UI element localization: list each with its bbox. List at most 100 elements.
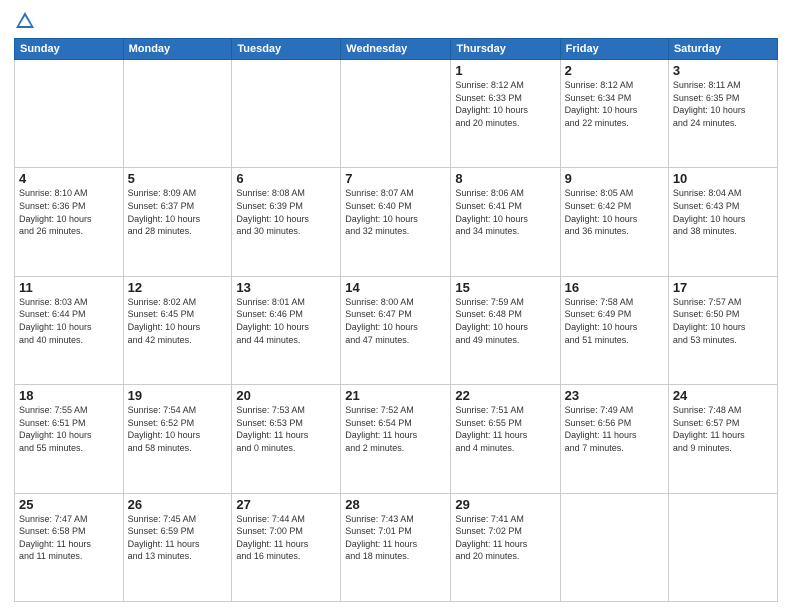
day-number: 22	[455, 388, 555, 403]
calendar-cell: 28Sunrise: 7:43 AMSunset: 7:01 PMDayligh…	[341, 493, 451, 601]
calendar-cell: 1Sunrise: 8:12 AMSunset: 6:33 PMDaylight…	[451, 60, 560, 168]
day-number: 26	[128, 497, 228, 512]
day-info: Sunrise: 8:07 AMSunset: 6:40 PMDaylight:…	[345, 187, 446, 237]
calendar-cell: 24Sunrise: 7:48 AMSunset: 6:57 PMDayligh…	[668, 385, 777, 493]
day-info: Sunrise: 8:00 AMSunset: 6:47 PMDaylight:…	[345, 296, 446, 346]
calendar-cell: 3Sunrise: 8:11 AMSunset: 6:35 PMDaylight…	[668, 60, 777, 168]
day-number: 20	[236, 388, 336, 403]
day-info: Sunrise: 8:04 AMSunset: 6:43 PMDaylight:…	[673, 187, 773, 237]
day-number: 17	[673, 280, 773, 295]
calendar-cell: 19Sunrise: 7:54 AMSunset: 6:52 PMDayligh…	[123, 385, 232, 493]
calendar-cell: 13Sunrise: 8:01 AMSunset: 6:46 PMDayligh…	[232, 276, 341, 384]
day-number: 14	[345, 280, 446, 295]
calendar-header-row: SundayMondayTuesdayWednesdayThursdayFrid…	[15, 39, 778, 60]
day-number: 29	[455, 497, 555, 512]
calendar-cell: 7Sunrise: 8:07 AMSunset: 6:40 PMDaylight…	[341, 168, 451, 276]
day-number: 4	[19, 171, 119, 186]
day-info: Sunrise: 7:53 AMSunset: 6:53 PMDaylight:…	[236, 404, 336, 454]
day-info: Sunrise: 8:11 AMSunset: 6:35 PMDaylight:…	[673, 79, 773, 129]
calendar-cell: 29Sunrise: 7:41 AMSunset: 7:02 PMDayligh…	[451, 493, 560, 601]
day-number: 9	[565, 171, 664, 186]
calendar-cell: 11Sunrise: 8:03 AMSunset: 6:44 PMDayligh…	[15, 276, 124, 384]
calendar-cell	[668, 493, 777, 601]
day-info: Sunrise: 8:06 AMSunset: 6:41 PMDaylight:…	[455, 187, 555, 237]
day-info: Sunrise: 7:58 AMSunset: 6:49 PMDaylight:…	[565, 296, 664, 346]
day-info: Sunrise: 7:57 AMSunset: 6:50 PMDaylight:…	[673, 296, 773, 346]
day-number: 3	[673, 63, 773, 78]
calendar-cell: 26Sunrise: 7:45 AMSunset: 6:59 PMDayligh…	[123, 493, 232, 601]
day-number: 28	[345, 497, 446, 512]
calendar-header-saturday: Saturday	[668, 39, 777, 60]
calendar-cell: 25Sunrise: 7:47 AMSunset: 6:58 PMDayligh…	[15, 493, 124, 601]
calendar-table: SundayMondayTuesdayWednesdayThursdayFrid…	[14, 38, 778, 602]
header	[14, 10, 778, 32]
day-info: Sunrise: 8:03 AMSunset: 6:44 PMDaylight:…	[19, 296, 119, 346]
day-info: Sunrise: 7:49 AMSunset: 6:56 PMDaylight:…	[565, 404, 664, 454]
calendar-cell: 4Sunrise: 8:10 AMSunset: 6:36 PMDaylight…	[15, 168, 124, 276]
calendar-cell: 9Sunrise: 8:05 AMSunset: 6:42 PMDaylight…	[560, 168, 668, 276]
day-number: 18	[19, 388, 119, 403]
calendar-cell: 20Sunrise: 7:53 AMSunset: 6:53 PMDayligh…	[232, 385, 341, 493]
day-number: 23	[565, 388, 664, 403]
day-number: 5	[128, 171, 228, 186]
day-number: 21	[345, 388, 446, 403]
calendar-cell: 5Sunrise: 8:09 AMSunset: 6:37 PMDaylight…	[123, 168, 232, 276]
logo	[14, 10, 40, 32]
day-number: 27	[236, 497, 336, 512]
page: SundayMondayTuesdayWednesdayThursdayFrid…	[0, 0, 792, 612]
calendar-cell	[232, 60, 341, 168]
calendar-header-wednesday: Wednesday	[341, 39, 451, 60]
calendar-cell: 15Sunrise: 7:59 AMSunset: 6:48 PMDayligh…	[451, 276, 560, 384]
day-info: Sunrise: 7:43 AMSunset: 7:01 PMDaylight:…	[345, 513, 446, 563]
day-number: 24	[673, 388, 773, 403]
day-info: Sunrise: 7:41 AMSunset: 7:02 PMDaylight:…	[455, 513, 555, 563]
day-number: 25	[19, 497, 119, 512]
calendar-header-tuesday: Tuesday	[232, 39, 341, 60]
calendar-cell: 12Sunrise: 8:02 AMSunset: 6:45 PMDayligh…	[123, 276, 232, 384]
day-info: Sunrise: 7:45 AMSunset: 6:59 PMDaylight:…	[128, 513, 228, 563]
calendar-week-2: 11Sunrise: 8:03 AMSunset: 6:44 PMDayligh…	[15, 276, 778, 384]
day-number: 16	[565, 280, 664, 295]
logo-icon	[14, 10, 36, 32]
calendar-header-monday: Monday	[123, 39, 232, 60]
calendar-cell: 14Sunrise: 8:00 AMSunset: 6:47 PMDayligh…	[341, 276, 451, 384]
calendar-cell: 18Sunrise: 7:55 AMSunset: 6:51 PMDayligh…	[15, 385, 124, 493]
calendar-week-3: 18Sunrise: 7:55 AMSunset: 6:51 PMDayligh…	[15, 385, 778, 493]
day-number: 2	[565, 63, 664, 78]
calendar-cell: 16Sunrise: 7:58 AMSunset: 6:49 PMDayligh…	[560, 276, 668, 384]
day-info: Sunrise: 8:08 AMSunset: 6:39 PMDaylight:…	[236, 187, 336, 237]
day-number: 1	[455, 63, 555, 78]
day-number: 11	[19, 280, 119, 295]
calendar-cell	[15, 60, 124, 168]
day-number: 6	[236, 171, 336, 186]
day-number: 8	[455, 171, 555, 186]
day-number: 10	[673, 171, 773, 186]
calendar-week-0: 1Sunrise: 8:12 AMSunset: 6:33 PMDaylight…	[15, 60, 778, 168]
day-info: Sunrise: 7:48 AMSunset: 6:57 PMDaylight:…	[673, 404, 773, 454]
calendar-cell: 22Sunrise: 7:51 AMSunset: 6:55 PMDayligh…	[451, 385, 560, 493]
calendar-cell: 17Sunrise: 7:57 AMSunset: 6:50 PMDayligh…	[668, 276, 777, 384]
day-number: 7	[345, 171, 446, 186]
day-info: Sunrise: 7:44 AMSunset: 7:00 PMDaylight:…	[236, 513, 336, 563]
calendar-week-1: 4Sunrise: 8:10 AMSunset: 6:36 PMDaylight…	[15, 168, 778, 276]
calendar-cell: 2Sunrise: 8:12 AMSunset: 6:34 PMDaylight…	[560, 60, 668, 168]
calendar-header-friday: Friday	[560, 39, 668, 60]
day-info: Sunrise: 7:47 AMSunset: 6:58 PMDaylight:…	[19, 513, 119, 563]
calendar-cell: 23Sunrise: 7:49 AMSunset: 6:56 PMDayligh…	[560, 385, 668, 493]
day-number: 13	[236, 280, 336, 295]
day-info: Sunrise: 8:10 AMSunset: 6:36 PMDaylight:…	[19, 187, 119, 237]
day-info: Sunrise: 8:02 AMSunset: 6:45 PMDaylight:…	[128, 296, 228, 346]
calendar-week-4: 25Sunrise: 7:47 AMSunset: 6:58 PMDayligh…	[15, 493, 778, 601]
day-info: Sunrise: 8:12 AMSunset: 6:34 PMDaylight:…	[565, 79, 664, 129]
day-number: 12	[128, 280, 228, 295]
calendar-cell: 21Sunrise: 7:52 AMSunset: 6:54 PMDayligh…	[341, 385, 451, 493]
calendar-cell	[123, 60, 232, 168]
day-number: 19	[128, 388, 228, 403]
calendar-header-thursday: Thursday	[451, 39, 560, 60]
day-info: Sunrise: 7:55 AMSunset: 6:51 PMDaylight:…	[19, 404, 119, 454]
calendar-header-sunday: Sunday	[15, 39, 124, 60]
day-info: Sunrise: 8:09 AMSunset: 6:37 PMDaylight:…	[128, 187, 228, 237]
calendar-cell: 6Sunrise: 8:08 AMSunset: 6:39 PMDaylight…	[232, 168, 341, 276]
calendar-cell: 27Sunrise: 7:44 AMSunset: 7:00 PMDayligh…	[232, 493, 341, 601]
day-info: Sunrise: 7:59 AMSunset: 6:48 PMDaylight:…	[455, 296, 555, 346]
